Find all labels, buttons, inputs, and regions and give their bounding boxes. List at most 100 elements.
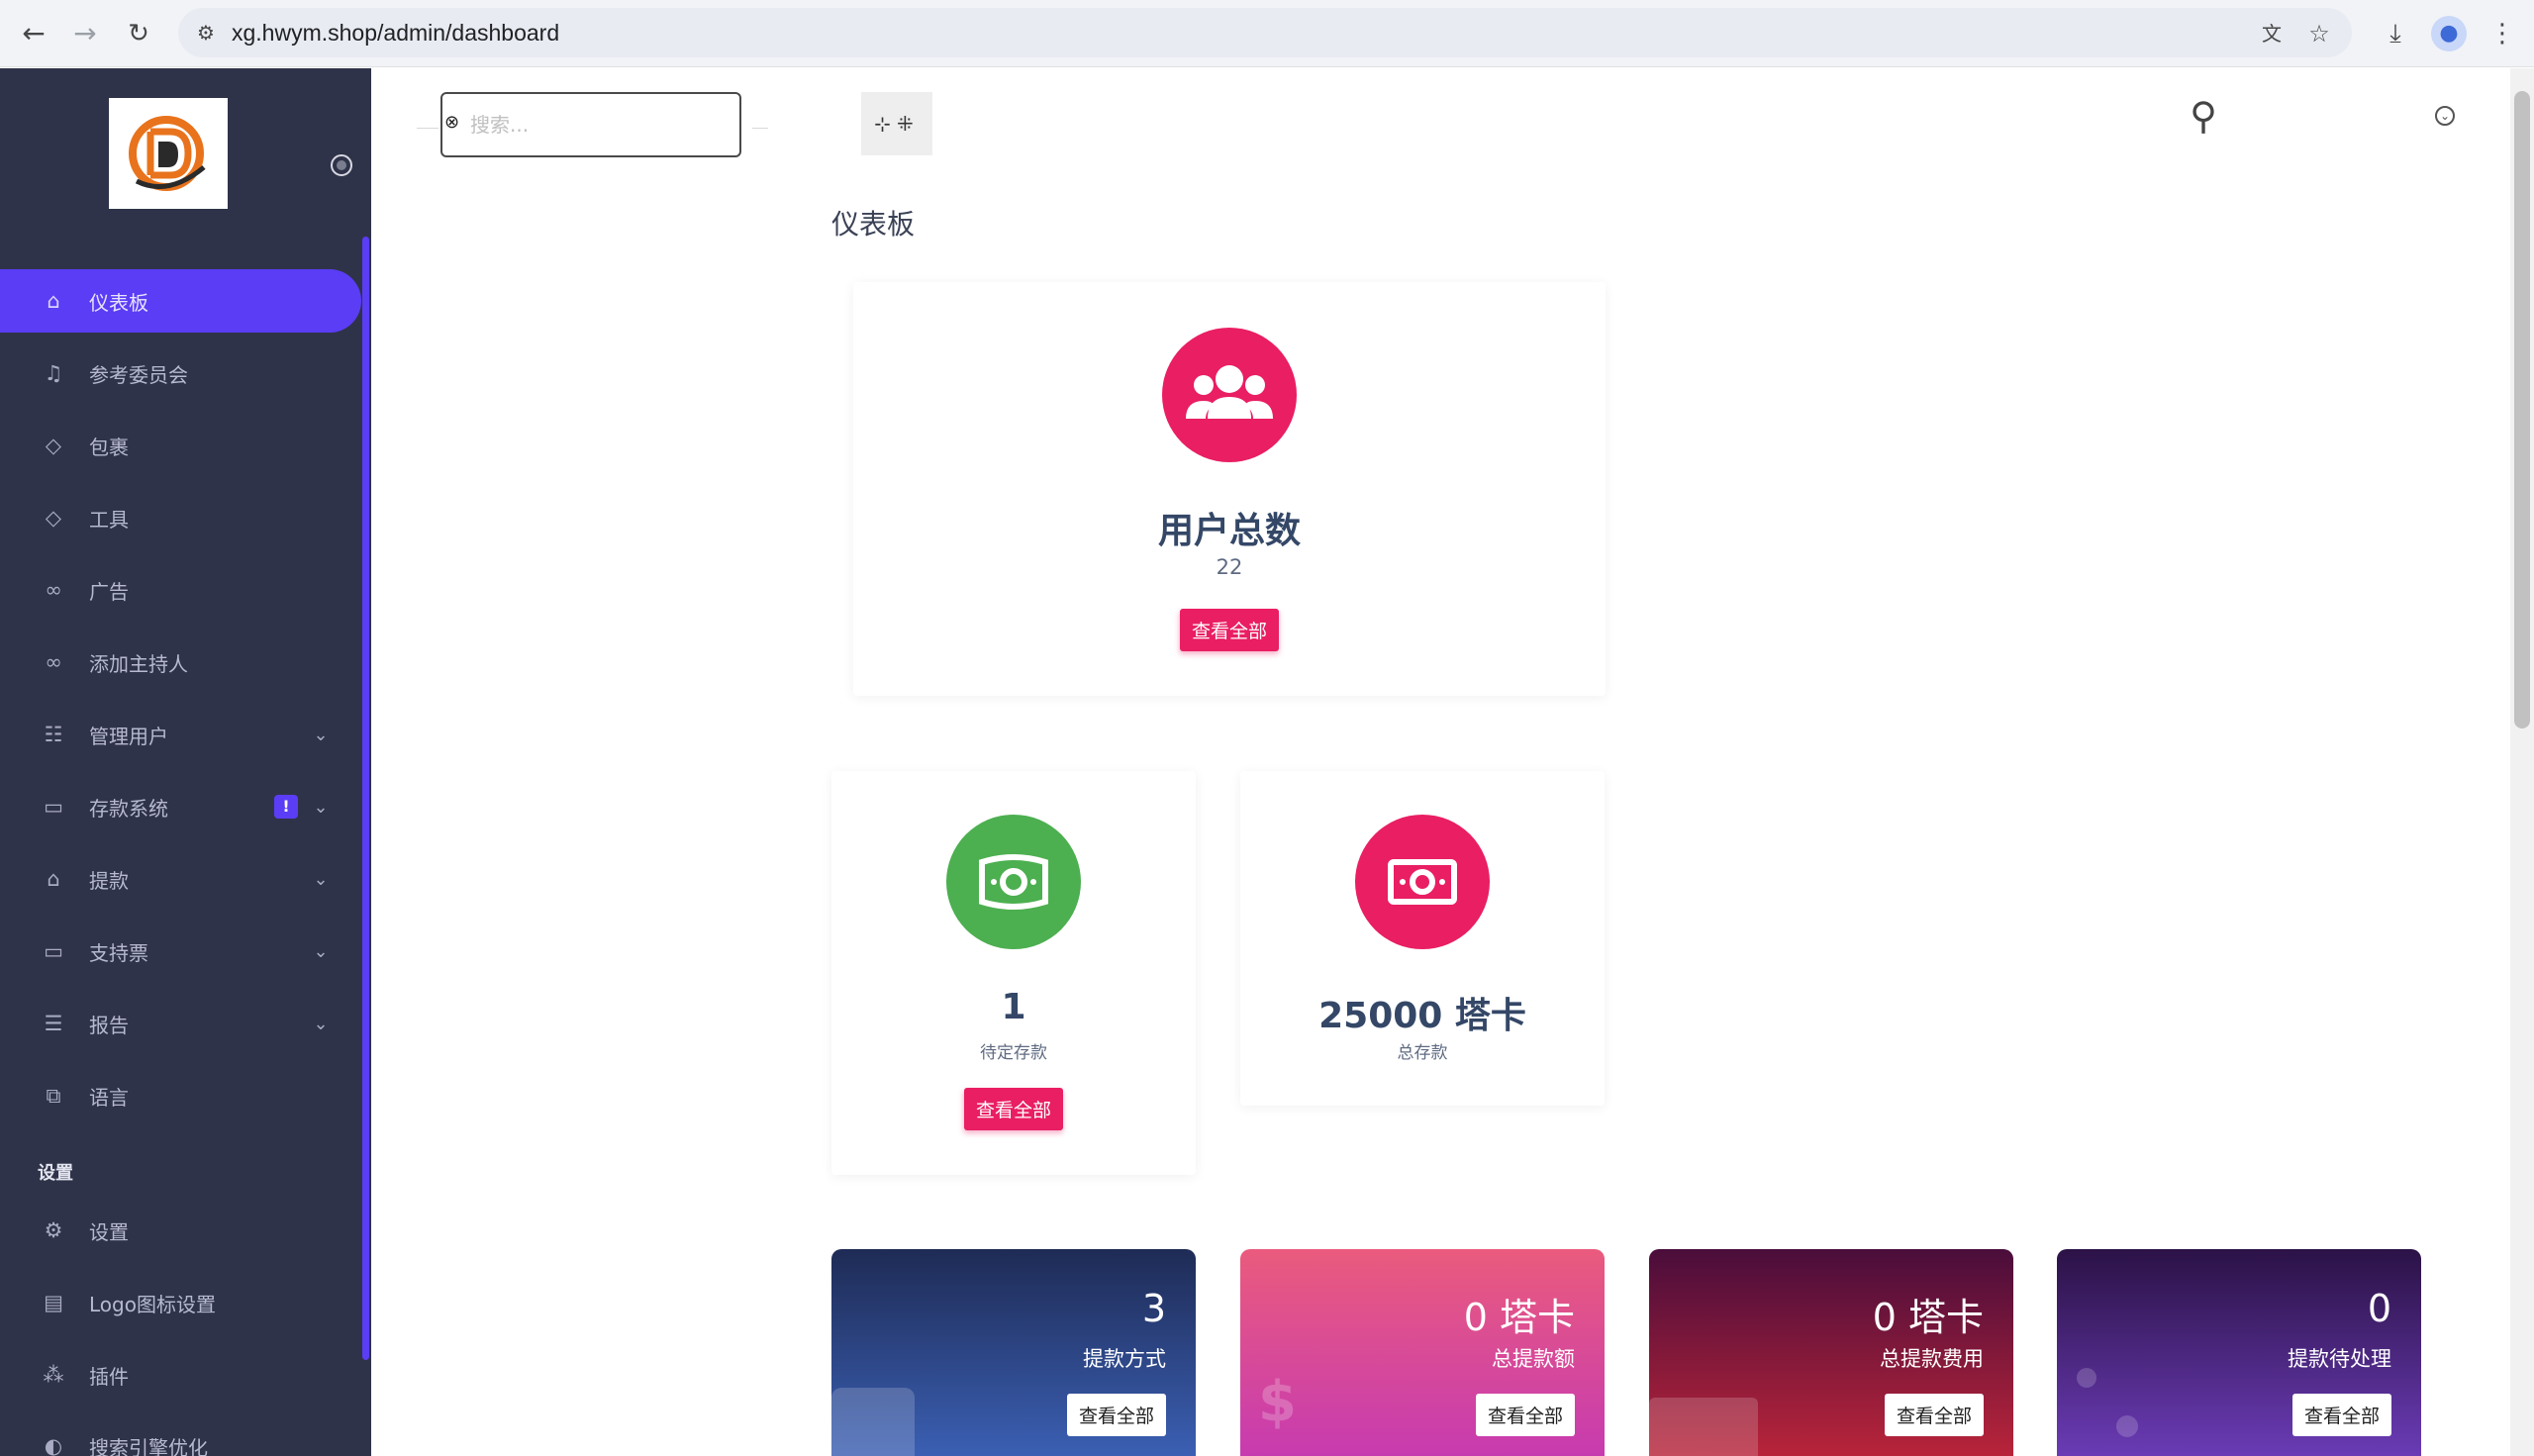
sidebar-item-deposit-system[interactable]: ▭ 存款系统 ! ⌄ bbox=[0, 775, 361, 838]
sidebar-item-referral-committee[interactable]: ♫ 参考委员会 bbox=[0, 341, 361, 405]
sidebar-item-label: 报告 bbox=[89, 1013, 129, 1037]
sidebar-collapse-toggle[interactable] bbox=[331, 154, 352, 176]
sidebar-item-label: 存款系统 bbox=[89, 796, 168, 821]
sidebar-item-label: 参考委员会 bbox=[89, 362, 188, 387]
divider bbox=[417, 128, 439, 129]
users-icon bbox=[1162, 328, 1297, 462]
view-all-withdraw-fees-button[interactable]: 查看全部 bbox=[1884, 1394, 1984, 1436]
sidebar-item-ads[interactable]: ∞ 广告 bbox=[0, 558, 361, 622]
chevron-down-icon: ⌄ bbox=[313, 940, 329, 962]
sidebar-item-support-tickets[interactable]: ▭ 支持票 ⌄ bbox=[0, 920, 361, 983]
link-icon: ∞ bbox=[45, 650, 62, 674]
bell-icon: ♫ bbox=[44, 361, 63, 385]
sidebar-item-tools[interactable]: ◇ 工具 bbox=[0, 486, 361, 549]
download-icon[interactable]: ⤓ bbox=[2378, 16, 2413, 51]
search-box[interactable]: ⊗ bbox=[440, 92, 741, 157]
withdraw-fees-value: 0 塔卡 bbox=[1872, 1296, 1984, 1339]
sidebar-item-manage-users[interactable]: ☷ 管理用户 ⌄ bbox=[0, 703, 361, 766]
sidebar-item-label: 管理用户 bbox=[89, 724, 168, 748]
search-input[interactable] bbox=[470, 110, 728, 140]
total-deposits-value: 25000 塔卡 bbox=[1318, 996, 1526, 1036]
profile-avatar-icon[interactable]: ● bbox=[2431, 16, 2467, 51]
view-all-withdrawn-button[interactable]: 查看全部 bbox=[1475, 1394, 1575, 1436]
bookmark-star-icon[interactable]: ☆ bbox=[2304, 19, 2334, 49]
chevron-down-icon: ⌄ bbox=[313, 868, 329, 890]
sidebar-item-label: 支持票 bbox=[89, 940, 148, 965]
sidebar-item-label: 广告 bbox=[89, 579, 129, 604]
dollar-icon: $ bbox=[1258, 1370, 1297, 1434]
site-info-icon[interactable]: ⚙ bbox=[192, 19, 220, 47]
sidebar-item-add-host[interactable]: ∞ 添加主持人 bbox=[0, 631, 361, 694]
sidebar-item-logo-settings[interactable]: ▤ Logo图标设置 bbox=[0, 1271, 361, 1334]
address-bar[interactable]: ⚙ xg.hwym.shop/admin/dashboard 文 ☆ bbox=[178, 8, 2352, 57]
sidebar-item-dashboard[interactable]: ⌂ 仪表板 bbox=[0, 269, 361, 333]
pending-deposits-label: 待定存款 bbox=[980, 1043, 1047, 1063]
sidebar-item-settings[interactable]: ⚙ 设置 bbox=[0, 1199, 361, 1262]
users-icon: ☷ bbox=[44, 723, 63, 746]
search-icon: ⊗ bbox=[444, 112, 460, 133]
view-all-deposits-button[interactable]: 查看全部 bbox=[963, 1088, 1064, 1130]
withdraw-methods-label: 提款方式 bbox=[1083, 1347, 1166, 1371]
sidebar-item-withdrawals[interactable]: ⌂ 提款 ⌄ bbox=[0, 847, 361, 911]
view-all-withdraw-methods-button[interactable]: 查看全部 bbox=[1066, 1394, 1166, 1436]
back-icon[interactable]: ← bbox=[16, 16, 51, 51]
tag-icon: ◇ bbox=[45, 434, 62, 457]
alert-badge: ! bbox=[274, 795, 298, 819]
wallet-icon bbox=[831, 1388, 915, 1456]
sidebar-item-language[interactable]: ⧉ 语言 bbox=[0, 1064, 361, 1127]
tag-icon: ◇ bbox=[45, 506, 62, 530]
list-icon: ☰ bbox=[44, 1012, 63, 1035]
ticket-icon: ▭ bbox=[44, 939, 63, 963]
withdraw-pending-card: 0 提款待处理 查看全部 bbox=[2057, 1249, 2421, 1456]
dots-icon bbox=[2116, 1415, 2138, 1437]
withdraw-pending-label: 提款待处理 bbox=[2288, 1347, 2391, 1371]
withdraw-methods-value: 3 bbox=[1141, 1287, 1166, 1330]
settings-section-heading: 设置 bbox=[38, 1163, 73, 1184]
sidebar-item-label: 语言 bbox=[89, 1085, 129, 1110]
sidebar-item-label: 提款 bbox=[89, 868, 129, 893]
total-deposits-label: 总存款 bbox=[1397, 1043, 1448, 1063]
fullscreen-toggle-button[interactable]: ⊹⁜ bbox=[861, 92, 932, 155]
total-users-card: 用户总数 22 查看全部 bbox=[853, 282, 1606, 696]
chevron-down-icon: ⌄ bbox=[313, 796, 329, 818]
view-all-users-button[interactable]: 查看全部 bbox=[1179, 609, 1280, 651]
sidebar-item-label: 包裹 bbox=[89, 435, 129, 459]
total-users-value: 22 bbox=[1216, 555, 1243, 579]
sidebar-item-plugins[interactable]: ⁂ 插件 bbox=[0, 1343, 361, 1407]
logo-icon bbox=[129, 116, 206, 191]
dots-icon bbox=[2077, 1368, 2096, 1388]
sidebar-item-packages[interactable]: ◇ 包裹 bbox=[0, 414, 361, 477]
image-icon: ▤ bbox=[44, 1291, 63, 1314]
link-icon: ∞ bbox=[45, 578, 62, 602]
bank-icon: ⌂ bbox=[47, 867, 60, 891]
card-icon: ▭ bbox=[44, 795, 63, 819]
search-icon[interactable]: ⚲ bbox=[2190, 94, 2217, 138]
money-icon bbox=[1355, 815, 1490, 949]
translate-icon[interactable]: 文 bbox=[2257, 19, 2287, 49]
view-all-withdraw-pending-button[interactable]: 查看全部 bbox=[2291, 1394, 2391, 1436]
cash-icon bbox=[946, 815, 1081, 949]
menu-dots-icon[interactable]: ⋮ bbox=[2485, 16, 2520, 51]
gear-icon: ⚙ bbox=[44, 1218, 63, 1242]
sidebar-scrollbar[interactable] bbox=[362, 237, 369, 1360]
bill-icon bbox=[1649, 1398, 1758, 1456]
page-title: 仪表板 bbox=[831, 208, 916, 241]
home-icon: ⌂ bbox=[47, 289, 60, 313]
sidebar: ⌂ 仪表板 ♫ 参考委员会 ◇ 包裹 ◇ 工具 ∞ 广告 ∞ 添加主持人 ☷ 管… bbox=[0, 68, 371, 1456]
chevron-down-icon: ⌄ bbox=[313, 1013, 329, 1034]
chevron-down-icon: ⌄ bbox=[313, 724, 329, 745]
fullscreen-exit-icon: ⊹⁜ bbox=[874, 112, 920, 136]
sidebar-item-label: 搜索引擎优化 bbox=[89, 1435, 208, 1456]
url-text[interactable]: xg.hwym.shop/admin/dashboard bbox=[232, 20, 559, 47]
logo[interactable] bbox=[109, 98, 228, 209]
sidebar-item-seo[interactable]: ◐ 搜索引擎优化 bbox=[0, 1414, 361, 1456]
globe-icon: ◐ bbox=[44, 1434, 63, 1456]
user-menu-icon[interactable]: ⌄ bbox=[2435, 106, 2455, 126]
forward-icon[interactable]: → bbox=[67, 16, 103, 51]
withdraw-pending-value: 0 bbox=[2367, 1287, 2391, 1330]
page-scrollbar-thumb[interactable] bbox=[2514, 91, 2530, 728]
reload-icon[interactable]: ↻ bbox=[121, 16, 156, 51]
browser-chrome: ← → ↻ ⚙ xg.hwym.shop/admin/dashboard 文 ☆… bbox=[0, 0, 2534, 67]
total-withdrawn-value: 0 塔卡 bbox=[1463, 1296, 1575, 1339]
sidebar-item-reports[interactable]: ☰ 报告 ⌄ bbox=[0, 992, 361, 1055]
